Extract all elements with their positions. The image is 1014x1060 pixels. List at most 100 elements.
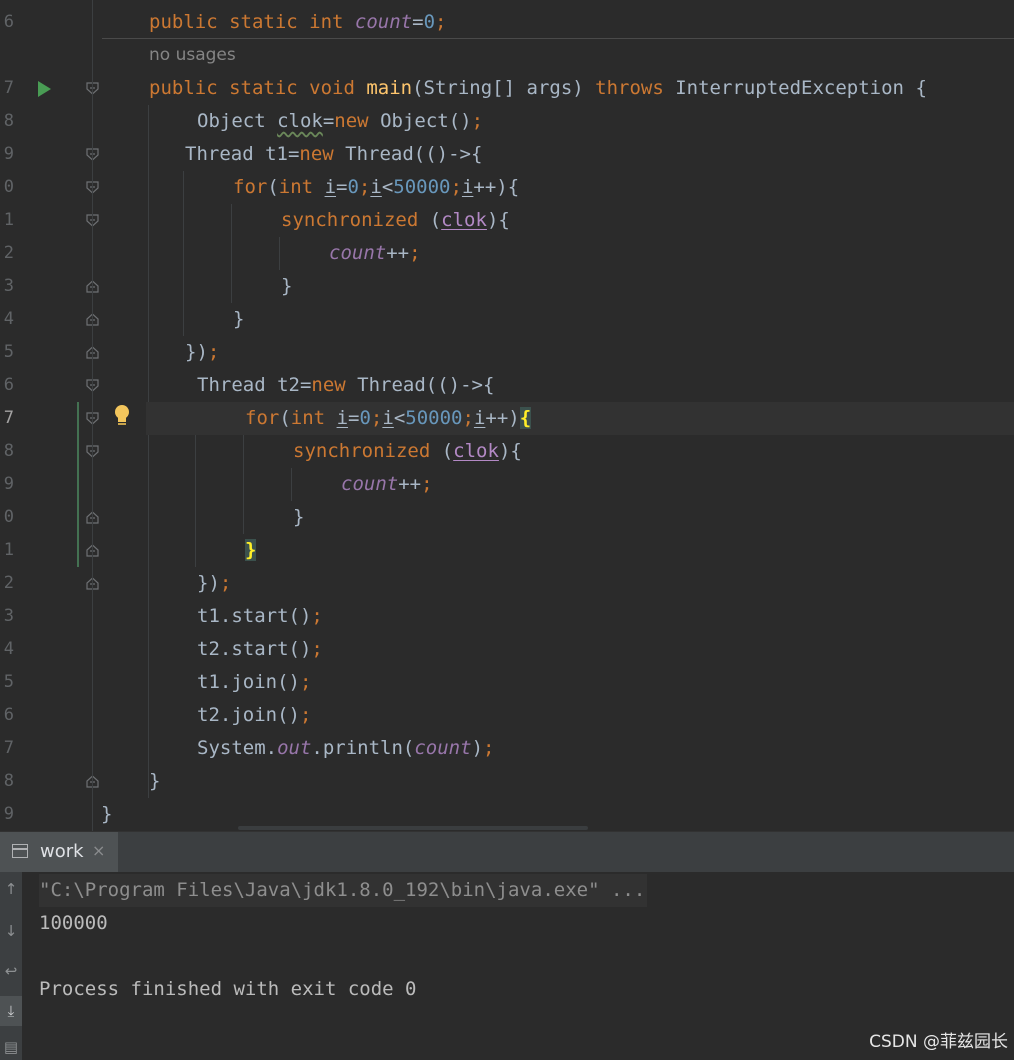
token: 50000 (393, 176, 451, 198)
code-line[interactable]: count++; (0, 237, 1014, 270)
token: synchronized (281, 209, 419, 231)
token: ; (483, 737, 495, 759)
token: count (341, 473, 399, 495)
code-line[interactable]: count++; (0, 468, 1014, 501)
token: ; (471, 110, 484, 132)
token: } (149, 770, 161, 792)
token: 50000 (405, 407, 463, 429)
token: Thread t1= (185, 143, 300, 165)
scroll-to-end-icon[interactable]: ⤓ (0, 996, 22, 1026)
code-line[interactable]: t1.start(); (0, 600, 1014, 633)
print-icon[interactable]: ▤ (0, 1038, 22, 1056)
token: i (370, 176, 382, 198)
token: new (311, 374, 346, 396)
code-line[interactable]: for(int i=0;i<50000;i++){ (0, 171, 1014, 204)
tab-label: work (40, 841, 84, 862)
token: t2.start() (197, 638, 312, 660)
token: ; (207, 341, 220, 363)
token: t1.join() (197, 671, 300, 693)
token: i (324, 176, 337, 198)
code-line[interactable]: Thread t1=new Thread(()->{ (0, 138, 1014, 171)
matched-brace: { (519, 407, 532, 429)
token: t2.join() (197, 704, 300, 726)
arrow-up-icon[interactable]: ↑ (0, 880, 22, 898)
token: Thread(()->{ (333, 143, 483, 165)
tab-work[interactable]: work × (0, 832, 118, 872)
token: 0 (359, 407, 371, 429)
token: ; (311, 638, 323, 660)
token: Object() (368, 110, 472, 132)
token: ++) (485, 407, 520, 429)
token: ++){ (473, 176, 520, 198)
token: ++ (398, 473, 422, 495)
soft-wrap-icon[interactable]: ↩ (0, 962, 22, 980)
token: 0 (347, 176, 359, 198)
code-line[interactable]: }); (0, 567, 1014, 600)
token: for (233, 176, 268, 198)
token: new (334, 110, 369, 132)
token: } (281, 275, 293, 297)
code-line[interactable]: t2.start(); (0, 633, 1014, 666)
code-line[interactable]: System.out.println(count); (0, 732, 1014, 765)
console-command-line[interactable]: "C:\Program Files\Java\jdk1.8.0_192\bin\… (39, 874, 648, 907)
token: = (322, 110, 335, 132)
code-line[interactable]: Object clok=new Object(); (0, 105, 1014, 138)
code-line[interactable]: public static void main(String[] args) t… (0, 72, 1014, 105)
token: i (461, 176, 474, 198)
token: ; (370, 407, 383, 429)
arrow-down-icon[interactable]: ↓ (0, 922, 22, 940)
close-icon[interactable]: × (92, 841, 105, 860)
token: ) (471, 737, 484, 759)
usages-hint[interactable]: no usages (149, 45, 236, 65)
token: ; (299, 704, 312, 726)
token: for (245, 407, 280, 429)
token: i (336, 407, 349, 429)
code-line[interactable]: } (0, 501, 1014, 534)
code-line[interactable]: } (0, 765, 1014, 798)
token: .println( (311, 737, 415, 759)
token: clok (453, 440, 499, 462)
code-line[interactable]: }); (0, 336, 1014, 369)
token: ; (462, 407, 474, 429)
token: ; (450, 176, 462, 198)
code-line[interactable]: } (0, 270, 1014, 303)
token: clok (277, 110, 323, 132)
token: ){ (498, 440, 522, 462)
token: Object (197, 110, 278, 132)
token: out (277, 737, 312, 759)
lightbulb-icon[interactable] (113, 404, 131, 428)
token: ; (358, 176, 371, 198)
token: ; (421, 473, 433, 495)
token: new (299, 143, 334, 165)
code-line[interactable]: synchronized (clok){ (0, 435, 1014, 468)
token: = (348, 407, 360, 429)
code-line[interactable]: } (0, 534, 1014, 567)
code-line[interactable]: t2.join(); (0, 699, 1014, 732)
token: int (278, 176, 314, 198)
token: } (293, 506, 305, 528)
horizontal-scrollbar[interactable] (238, 826, 588, 830)
token: Thread(()->{ (345, 374, 495, 396)
code-line[interactable]: synchronized (clok){ (0, 204, 1014, 237)
code-editor[interactable]: 6 7 8 9 0 1 2 3 4 5 6 7 8 9 0 1 2 3 4 5 … (0, 0, 1014, 831)
token: ; (409, 242, 421, 264)
token: i (473, 407, 486, 429)
code-line[interactable]: public static int count=0; (0, 6, 1014, 39)
token: clok (441, 209, 487, 231)
token: count (354, 11, 413, 33)
token: } (101, 803, 113, 825)
code-line-current[interactable]: for(int i=0;i<50000;i++){ (146, 402, 1014, 435)
token: ( (279, 407, 291, 429)
token: ; (435, 11, 447, 33)
token: public static void (149, 77, 367, 99)
code-line[interactable]: } (0, 303, 1014, 336)
token: ( (267, 176, 279, 198)
console-tab-icon (12, 844, 28, 858)
matched-brace: } (245, 539, 257, 561)
code-line[interactable]: Thread t2=new Thread(()->{ (0, 369, 1014, 402)
code-line[interactable]: t1.join(); (0, 666, 1014, 699)
token: System. (197, 737, 278, 759)
token: ( (430, 440, 454, 462)
